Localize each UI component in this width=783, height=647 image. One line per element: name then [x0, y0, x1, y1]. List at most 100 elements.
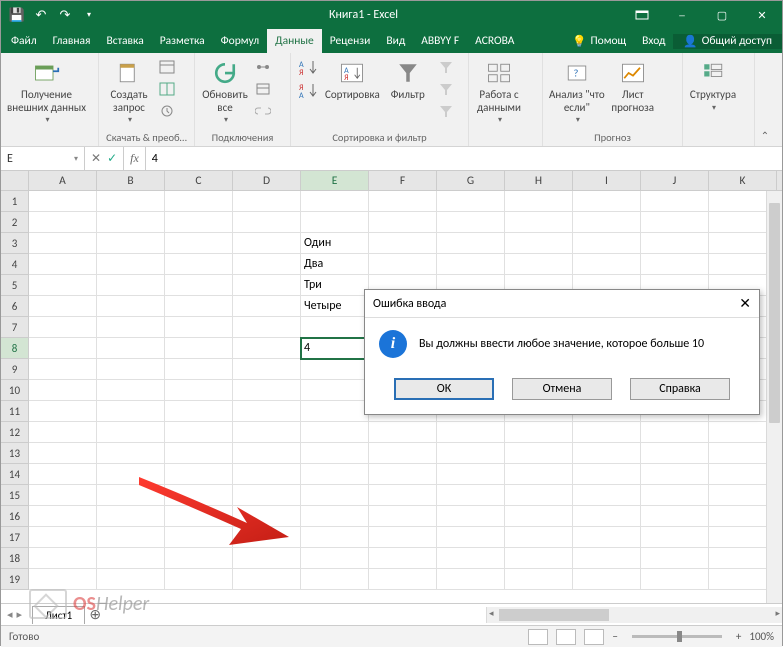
cell[interactable]	[301, 527, 369, 548]
cell[interactable]	[29, 338, 97, 359]
reapply-icon[interactable]	[436, 79, 456, 99]
cell[interactable]	[165, 527, 233, 548]
cell[interactable]	[233, 233, 301, 254]
col-H[interactable]: H	[505, 171, 573, 190]
col-D[interactable]: D	[233, 171, 301, 190]
sort-button[interactable]: АЯ Сортировка	[325, 57, 380, 102]
cell[interactable]	[437, 485, 505, 506]
cell[interactable]	[301, 317, 369, 338]
cell[interactable]	[165, 464, 233, 485]
cell[interactable]	[573, 527, 641, 548]
row-header[interactable]: 16	[1, 506, 29, 527]
cell[interactable]	[301, 359, 369, 380]
col-B[interactable]: B	[97, 171, 165, 190]
cell[interactable]	[437, 191, 505, 212]
col-K[interactable]: K	[709, 171, 777, 190]
sign-in[interactable]: Вход	[634, 34, 673, 48]
row-header[interactable]: 5	[1, 275, 29, 296]
save-icon[interactable]: 💾	[7, 5, 27, 25]
tab-abbyy[interactable]: ABBYY F	[413, 29, 467, 53]
zoom-in-icon[interactable]: +	[736, 630, 741, 643]
cell[interactable]	[97, 569, 165, 590]
show-queries-icon[interactable]	[157, 57, 177, 77]
cell[interactable]	[437, 254, 505, 275]
cell[interactable]	[97, 506, 165, 527]
cell[interactable]	[233, 485, 301, 506]
cell[interactable]	[369, 464, 437, 485]
cell[interactable]	[641, 443, 709, 464]
cell[interactable]	[369, 191, 437, 212]
filter-button[interactable]: Фильтр	[384, 57, 432, 102]
row-header[interactable]: 13	[1, 443, 29, 464]
cell[interactable]: Два	[301, 254, 369, 275]
cell[interactable]	[165, 359, 233, 380]
cell[interactable]	[437, 443, 505, 464]
undo-icon[interactable]: ↶	[31, 5, 51, 25]
cell[interactable]	[233, 317, 301, 338]
qat-customize-icon[interactable]: ▾	[79, 5, 99, 25]
zoom-out-icon[interactable]: −	[612, 630, 617, 643]
cell[interactable]: Три	[301, 275, 369, 296]
cell[interactable]	[301, 212, 369, 233]
cell[interactable]	[437, 527, 505, 548]
edit-links-icon[interactable]	[253, 101, 273, 121]
cell[interactable]	[641, 464, 709, 485]
cell[interactable]	[97, 191, 165, 212]
cell[interactable]: Четыре	[301, 296, 369, 317]
cell[interactable]	[233, 296, 301, 317]
cell[interactable]	[29, 191, 97, 212]
cell[interactable]	[29, 443, 97, 464]
redo-icon[interactable]: ↷	[55, 5, 75, 25]
cell[interactable]	[505, 254, 573, 275]
cell[interactable]	[97, 422, 165, 443]
cell[interactable]	[233, 569, 301, 590]
cell[interactable]	[505, 527, 573, 548]
cell[interactable]	[505, 464, 573, 485]
cancel-formula-icon[interactable]: ✕	[91, 151, 101, 166]
dialog-cancel-button[interactable]: Отмена	[512, 378, 612, 400]
cell[interactable]	[369, 527, 437, 548]
cell[interactable]	[233, 548, 301, 569]
cell[interactable]	[97, 359, 165, 380]
cell[interactable]	[301, 506, 369, 527]
cell[interactable]	[369, 233, 437, 254]
tab-home[interactable]: Главная	[45, 29, 99, 53]
cell[interactable]	[301, 443, 369, 464]
collapse-ribbon-icon[interactable]: ⌃	[755, 53, 775, 146]
col-G[interactable]: G	[437, 171, 505, 190]
col-E[interactable]: E	[301, 171, 369, 190]
cell[interactable]	[301, 485, 369, 506]
col-C[interactable]: C	[165, 171, 233, 190]
tab-insert[interactable]: Вставка	[98, 29, 151, 53]
cell[interactable]	[29, 527, 97, 548]
cell[interactable]	[233, 254, 301, 275]
cell[interactable]	[233, 527, 301, 548]
share-button[interactable]: 👤Общий доступ	[673, 34, 782, 49]
row-header[interactable]: 18	[1, 548, 29, 569]
cell[interactable]	[641, 485, 709, 506]
cell[interactable]	[437, 569, 505, 590]
cell[interactable]	[233, 338, 301, 359]
col-A[interactable]: A	[29, 171, 97, 190]
cell[interactable]	[573, 191, 641, 212]
cell[interactable]	[29, 506, 97, 527]
cell[interactable]	[301, 380, 369, 401]
cell[interactable]	[165, 233, 233, 254]
cell[interactable]	[641, 548, 709, 569]
formula-input[interactable]: 4	[146, 147, 782, 170]
row-header[interactable]: 7	[1, 317, 29, 338]
view-normal-icon[interactable]	[528, 629, 548, 645]
cell[interactable]	[301, 401, 369, 422]
cell[interactable]	[97, 233, 165, 254]
cell[interactable]	[165, 296, 233, 317]
tab-data[interactable]: Данные	[267, 29, 322, 53]
sort-desc-icon[interactable]: ЯА	[297, 80, 321, 102]
cell[interactable]	[165, 506, 233, 527]
row-header[interactable]: 11	[1, 401, 29, 422]
tab-formulas[interactable]: Формул	[213, 29, 268, 53]
cell[interactable]	[437, 422, 505, 443]
get-external-data-button[interactable]: Получение внешних данных	[7, 57, 86, 125]
col-I[interactable]: I	[573, 171, 641, 190]
fx-icon[interactable]: fx	[124, 147, 146, 170]
vertical-scrollbar[interactable]	[766, 191, 782, 603]
